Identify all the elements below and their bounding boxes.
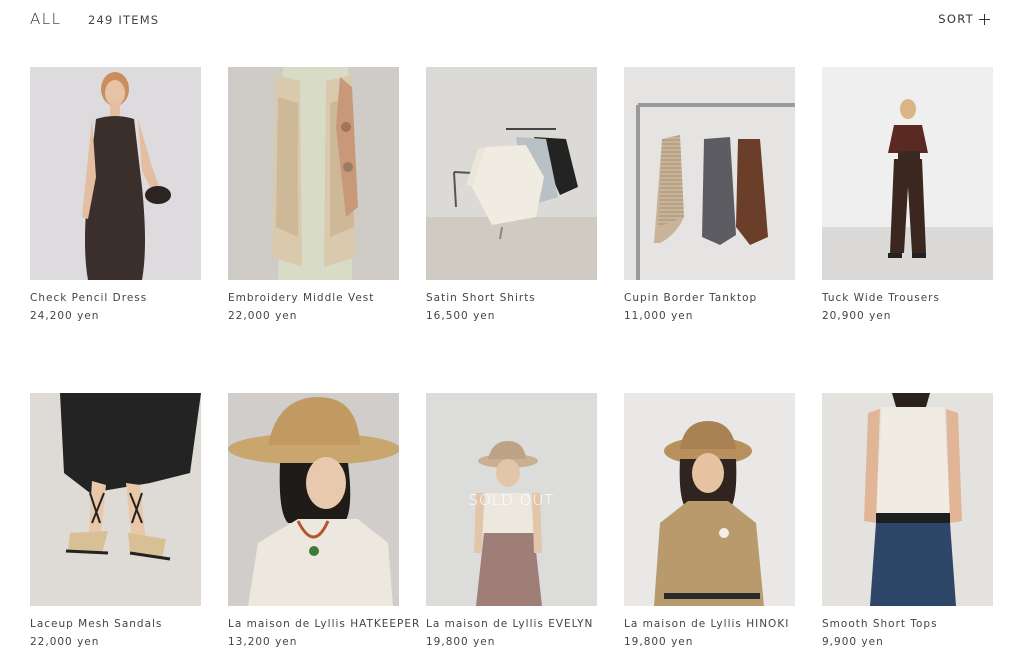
product-image[interactable] (426, 67, 597, 280)
product-name[interactable]: La maison de Lyllis HINOKI (624, 618, 795, 630)
product-image[interactable] (822, 67, 993, 280)
product-card[interactable]: Embroidery Middle Vest 22,000 yen (228, 67, 399, 341)
product-price: 19,800 yen (426, 636, 496, 648)
product-image[interactable] (30, 393, 201, 606)
product-name[interactable]: Satin Short Shirts (426, 292, 597, 304)
product-image[interactable] (822, 393, 993, 606)
sold-out-overlay: SOLD OUT (426, 393, 597, 606)
sort-button[interactable]: SORT (938, 12, 990, 26)
product-price: 9,900 yen (822, 636, 884, 648)
product-price: 13,200 yen (228, 636, 298, 648)
product-image[interactable] (228, 67, 399, 280)
product-photo-tops (822, 393, 993, 606)
product-card[interactable]: La maison de Lyllis HATKEEPER 13,200 yen (228, 393, 419, 667)
product-card[interactable]: Laceup Mesh Sandals 22,000 yen (30, 393, 201, 667)
product-name[interactable]: Laceup Mesh Sandals (30, 618, 201, 630)
plus-icon (979, 13, 990, 25)
product-name[interactable]: La maison de Lyllis HATKEEPER (228, 618, 419, 630)
product-photo-dress (30, 67, 201, 280)
listing-header: ALL 249 ITEMS SORT (0, 0, 1024, 44)
product-card[interactable]: Satin Short Shirts 16,500 yen (426, 67, 597, 341)
product-image[interactable] (228, 393, 399, 606)
product-price: 22,000 yen (228, 310, 298, 322)
product-photo-sandals (30, 393, 201, 606)
product-card[interactable]: Check Pencil Dress 24,200 yen (30, 67, 201, 341)
product-price: 16,500 yen (426, 310, 496, 322)
product-price: 24,200 yen (30, 310, 100, 322)
product-card[interactable]: La maison de Lyllis HINOKI 19,800 yen (624, 393, 795, 667)
sort-label: SORT (938, 12, 974, 26)
product-image[interactable] (30, 67, 201, 280)
product-photo-tanktops (624, 67, 795, 280)
item-count: 249 ITEMS (88, 13, 160, 27)
product-card[interactable]: Tuck Wide Trousers 20,900 yen (822, 67, 993, 341)
product-photo-hinoki (624, 393, 795, 606)
product-image[interactable] (624, 67, 795, 280)
product-price: 22,000 yen (30, 636, 100, 648)
product-card[interactable]: Cupin Border Tanktop 11,000 yen (624, 67, 795, 341)
product-price: 20,900 yen (822, 310, 892, 322)
product-name[interactable]: Tuck Wide Trousers (822, 292, 993, 304)
product-grid: Check Pencil Dress 24,200 yen Embroidery… (30, 67, 994, 667)
product-image[interactable]: SOLD OUT (426, 393, 597, 606)
product-name[interactable]: La maison de Lyllis EVELYN (426, 618, 597, 630)
product-image[interactable] (624, 393, 795, 606)
product-name[interactable]: Check Pencil Dress (30, 292, 201, 304)
product-photo-trousers (822, 67, 993, 280)
product-name[interactable]: Cupin Border Tanktop (624, 292, 795, 304)
product-price: 11,000 yen (624, 310, 694, 322)
category-title: ALL (30, 10, 62, 28)
product-name[interactable]: Smooth Short Tops (822, 618, 993, 630)
product-price: 19,800 yen (624, 636, 694, 648)
product-card[interactable]: SOLD OUT La maison de Lyllis EVELYN 19,8… (426, 393, 597, 667)
product-photo-hat-model (228, 393, 399, 606)
product-photo-shirts (426, 67, 597, 280)
product-photo-vest (228, 67, 399, 280)
product-name[interactable]: Embroidery Middle Vest (228, 292, 399, 304)
product-card[interactable]: Smooth Short Tops 9,900 yen (822, 393, 993, 667)
sold-out-badge: SOLD OUT (468, 490, 555, 509)
